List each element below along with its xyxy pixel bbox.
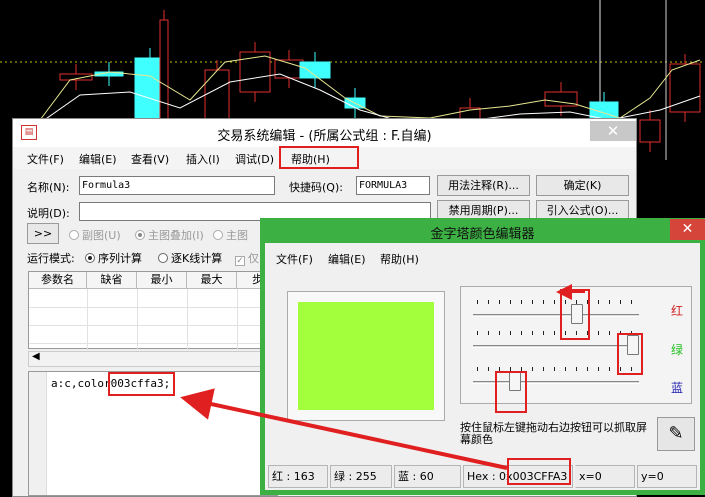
- candle-body: [639, 119, 661, 143]
- eyedropper-icon: ✎: [668, 423, 684, 444]
- radio-sub-chart[interactable]: 副图(U): [69, 227, 121, 243]
- highlight-hex-value: [507, 458, 571, 485]
- color-editor-title: 金字塔颜色编辑器: [430, 227, 535, 242]
- status-blue: 蓝 : 60: [394, 465, 461, 488]
- parameter-table: 参数名 缺省 最小 最大 步: [28, 271, 279, 350]
- menu-insert[interactable]: 插入(I): [186, 151, 220, 167]
- col-header-default: 缺省: [87, 272, 137, 289]
- radio-circle: [85, 253, 95, 263]
- radio-per-bar-calc[interactable]: 逐K线计算: [158, 250, 222, 266]
- radio-main-overlay[interactable]: 主图叠加(I): [135, 227, 204, 243]
- editor-titlebar: ▤ 交易系统编辑 - (所属公式组 : F.自编) ✕: [13, 119, 636, 147]
- checkbox-partial[interactable]: ✓ 仅: [235, 250, 259, 266]
- menu-edit[interactable]: 编辑(E): [79, 151, 117, 167]
- highlight-code-color: [108, 372, 175, 396]
- name-field[interactable]: Formula3: [79, 176, 275, 195]
- color-editor-close-button[interactable]: ✕: [670, 219, 705, 240]
- col-header-max: 最大: [187, 272, 237, 289]
- status-x: x=0: [575, 465, 635, 488]
- screen-color-picker-button[interactable]: ✎: [657, 417, 695, 451]
- status-green: 绿 : 255: [330, 465, 392, 488]
- menu-file[interactable]: 文件(F): [27, 151, 64, 167]
- menu-view[interactable]: 查看(V): [131, 151, 169, 167]
- expand-button[interactable]: >>: [27, 223, 59, 244]
- radio-circle: [158, 253, 168, 263]
- editor-title: 交易系统编辑 - (所属公式组 : F.自编): [217, 129, 432, 144]
- green-slider-track[interactable]: [473, 345, 639, 348]
- highlight-blue-thumb: [495, 371, 527, 413]
- highlight-help-menu: [279, 146, 359, 169]
- radio-circle: [135, 230, 145, 240]
- scroll-left-icon[interactable]: ◀: [32, 351, 40, 362]
- radio-circle: [213, 230, 223, 240]
- radio-main-chart[interactable]: 主图: [213, 227, 248, 243]
- desktop-stage: ▤ 交易系统编辑 - (所属公式组 : F.自编) ✕ 文件(F) 编辑(E) …: [0, 0, 705, 497]
- menu-debug[interactable]: 调试(D): [235, 151, 274, 167]
- color-preview-frame: [287, 291, 445, 421]
- highlight-green-thumb: [617, 333, 643, 375]
- color-preview-swatch: [298, 302, 434, 410]
- run-mode-label: 运行模式:: [27, 252, 75, 265]
- code-gutter: [29, 372, 47, 495]
- ce-menu-help[interactable]: 帮助(H): [380, 251, 419, 267]
- col-header-param-name: 参数名: [29, 272, 87, 289]
- col-header-min: 最小: [137, 272, 187, 289]
- hotkey-label: 快捷码(Q):: [289, 181, 343, 194]
- red-channel-label: 红: [671, 304, 684, 318]
- usage-notes-button[interactable]: 用法注释(R)...: [437, 175, 530, 196]
- description-label: 说明(D):: [27, 207, 70, 220]
- status-red: 红 : 163: [268, 465, 328, 488]
- status-y: y=0: [637, 465, 697, 488]
- ce-menu-file[interactable]: 文件(F): [276, 251, 313, 267]
- radio-circle: [69, 230, 79, 240]
- red-slider-track[interactable]: [473, 314, 639, 317]
- highlight-red-thumb: [560, 289, 590, 340]
- green-channel-label: 绿: [671, 343, 684, 357]
- color-editor-statusbar: 红 : 163 绿 : 255 蓝 : 60 Hex : 0x003CFFA3 …: [265, 461, 700, 490]
- blue-channel-label: 蓝: [671, 381, 684, 395]
- hotkey-field[interactable]: FORMULA3: [356, 176, 430, 195]
- ok-button[interactable]: 确定(K): [536, 175, 629, 196]
- name-label: 名称(N):: [27, 181, 70, 194]
- table-horizontal-scrollbar[interactable]: ◀: [28, 351, 278, 367]
- screen-picker-hint: 按住鼠标左键拖动右边按钮可以抓取屏幕颜色: [460, 421, 647, 446]
- checkbox-box: ✓: [235, 256, 245, 266]
- editor-close-button[interactable]: ✕: [590, 121, 636, 141]
- candle-body: [204, 69, 230, 121]
- radio-sequence-calc[interactable]: 序列计算: [85, 250, 142, 266]
- ce-menu-edit[interactable]: 编辑(E): [328, 251, 366, 267]
